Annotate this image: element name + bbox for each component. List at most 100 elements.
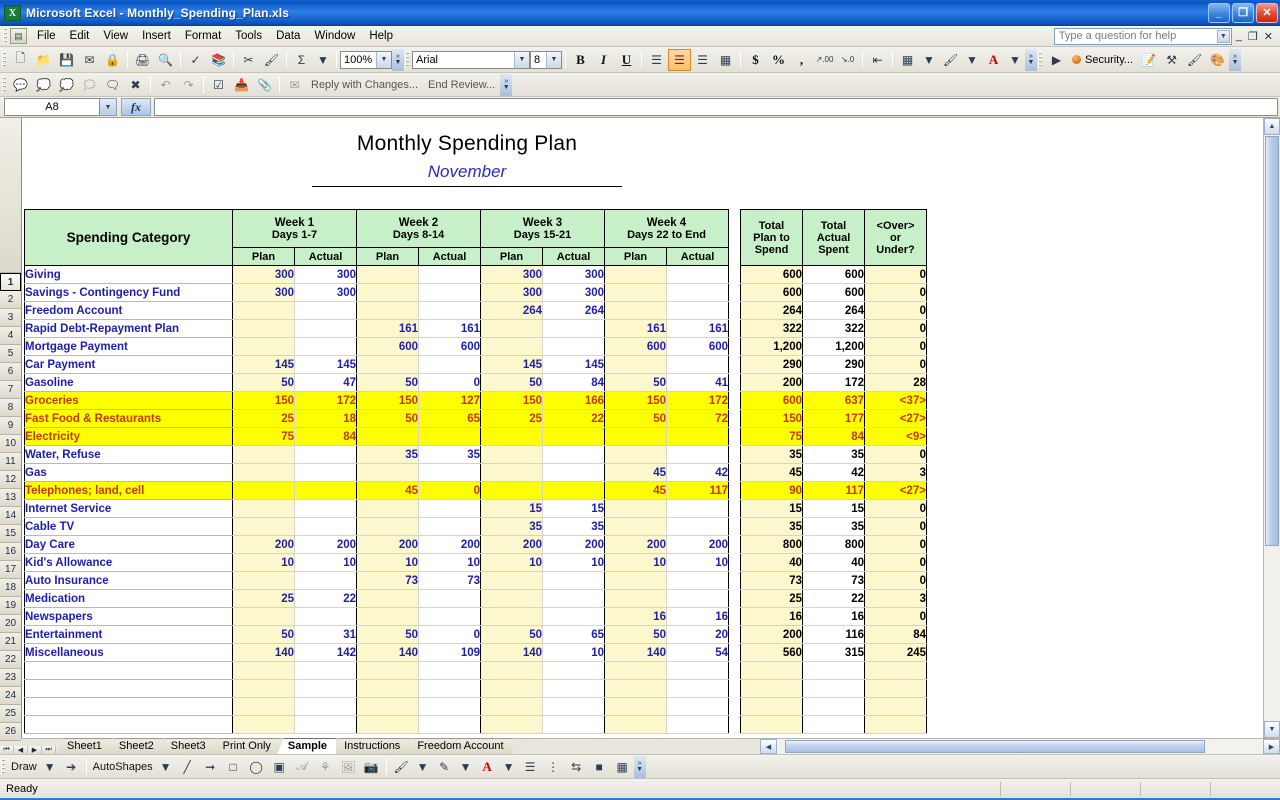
- cell-w1a[interactable]: 200: [295, 536, 357, 554]
- cell-w2p[interactable]: [357, 302, 419, 320]
- cell-w3a[interactable]: [543, 716, 605, 734]
- cell-w4p[interactable]: 45: [605, 464, 667, 482]
- horizontal-scroll-track[interactable]: [777, 739, 1263, 754]
- cell-w3p[interactable]: 264: [481, 302, 543, 320]
- cell-total-plan[interactable]: 150: [741, 410, 803, 428]
- fill-color-draw-dropdown-icon[interactable]: ▼: [413, 756, 433, 778]
- cell-w2p[interactable]: 73: [357, 572, 419, 590]
- cell-w4a[interactable]: [667, 716, 729, 734]
- cell-w4p[interactable]: [605, 572, 667, 590]
- horizontal-scrollbar[interactable]: ◀ ▶: [760, 739, 1280, 754]
- cell-w2p[interactable]: 600: [357, 338, 419, 356]
- cell-spending-category[interactable]: Cable TV: [25, 518, 233, 536]
- fill-color-draw-icon[interactable]: 🖌: [390, 756, 413, 778]
- table-row[interactable]: Miscellaneous140142140109140101405456031…: [25, 644, 927, 662]
- drawing-toolbar-grip[interactable]: [1, 759, 5, 775]
- cell-w2a[interactable]: [419, 464, 481, 482]
- cell-w2p[interactable]: 50: [357, 626, 419, 644]
- table-row[interactable]: Gasoline50475005084504120017228: [25, 374, 927, 392]
- cell-over-under[interactable]: 0: [865, 500, 927, 518]
- cell-spending-category[interactable]: Medication: [25, 590, 233, 608]
- reply-with-changes-icon[interactable]: ✉: [283, 74, 306, 96]
- sheet-tab-freedom-account[interactable]: Freedom Account: [406, 738, 512, 754]
- cell-w2p[interactable]: [357, 590, 419, 608]
- cell-w2a[interactable]: [419, 518, 481, 536]
- cell-total-actual[interactable]: 322: [803, 320, 865, 338]
- design-mode-icon[interactable]: 🖌: [1183, 49, 1206, 71]
- cell-total-actual[interactable]: 264: [803, 302, 865, 320]
- cell-w1a[interactable]: 142: [295, 644, 357, 662]
- row-header-18[interactable]: 18: [0, 579, 21, 597]
- cell-w4a[interactable]: [667, 356, 729, 374]
- cell-w4p[interactable]: 600: [605, 338, 667, 356]
- cell-w3a[interactable]: 200: [543, 536, 605, 554]
- cell-w3a[interactable]: 300: [543, 266, 605, 284]
- row-header-16[interactable]: 16: [0, 543, 21, 561]
- cell-w4p[interactable]: [605, 518, 667, 536]
- cell-w2p[interactable]: 140: [357, 644, 419, 662]
- cell-total-plan[interactable]: 40: [741, 554, 803, 572]
- cell-w1p[interactable]: 75: [233, 428, 295, 446]
- cell-w1a[interactable]: [295, 608, 357, 626]
- cell-w4a[interactable]: 16: [667, 608, 729, 626]
- table-row[interactable]: Groceries150172150127150166150172600637<…: [25, 392, 927, 410]
- cell-w3p[interactable]: 10: [481, 554, 543, 572]
- security-button[interactable]: Security...: [1068, 54, 1137, 66]
- cell-spending-category[interactable]: Water, Refuse: [25, 446, 233, 464]
- cell-w2p[interactable]: [357, 284, 419, 302]
- row-header-14[interactable]: 14: [0, 507, 21, 525]
- cell-spending-category[interactable]: Telephones; land, cell: [25, 482, 233, 500]
- cell-w2p[interactable]: 50: [357, 410, 419, 428]
- cell-spending-category[interactable]: Fast Food & Restaurants: [25, 410, 233, 428]
- menu-item-edit[interactable]: Edit: [63, 28, 97, 44]
- cell-w1p[interactable]: 10: [233, 554, 295, 572]
- ask-a-question-input[interactable]: Type a question for help ▼: [1054, 28, 1232, 45]
- cell-w4a[interactable]: 200: [667, 536, 729, 554]
- cell-w1a[interactable]: [295, 302, 357, 320]
- draw-menu-button[interactable]: Draw: [8, 761, 40, 773]
- cell-w3p[interactable]: [481, 698, 543, 716]
- cell-w1a[interactable]: 22: [295, 590, 357, 608]
- cell-w2a[interactable]: 65: [419, 410, 481, 428]
- formatting-toolbar-overflow-button[interactable]: »▼: [1025, 49, 1037, 71]
- cell-w2p[interactable]: [357, 500, 419, 518]
- table-row[interactable]: Auto Insurance737373730: [25, 572, 927, 590]
- cell-w3p[interactable]: [481, 716, 543, 734]
- spelling-check-icon[interactable]: ✓: [184, 49, 207, 71]
- cell-w4a[interactable]: 172: [667, 392, 729, 410]
- row-header-21[interactable]: 21: [0, 633, 21, 651]
- cell-w2p[interactable]: [357, 662, 419, 680]
- cell-w2a[interactable]: [419, 266, 481, 284]
- cell-w2a[interactable]: 10: [419, 554, 481, 572]
- reviewing-toolbar-overflow-button[interactable]: »▼: [500, 74, 512, 96]
- cell-w3a[interactable]: [543, 680, 605, 698]
- cell-total-plan[interactable]: 600: [741, 392, 803, 410]
- cell-over-under[interactable]: 0: [865, 284, 927, 302]
- cell-total-plan[interactable]: 322: [741, 320, 803, 338]
- cell-w4p[interactable]: [605, 680, 667, 698]
- show-comment-icon[interactable]: 🗯: [78, 74, 101, 96]
- cell-over-under[interactable]: 0: [865, 554, 927, 572]
- cell-over-under[interactable]: 245: [865, 644, 927, 662]
- table-row[interactable]: Kid's Allowance101010101010101040400: [25, 554, 927, 572]
- scroll-up-icon[interactable]: ▲: [1264, 118, 1280, 135]
- cell-w1p[interactable]: [233, 464, 295, 482]
- cut-scissors-icon[interactable]: ✂: [237, 49, 260, 71]
- cell-w1p[interactable]: 150: [233, 392, 295, 410]
- autosum-sigma-icon[interactable]: Σ: [290, 49, 313, 71]
- row-header-22[interactable]: 22: [0, 651, 21, 669]
- cell-w3a[interactable]: 264: [543, 302, 605, 320]
- font-color-draw-icon[interactable]: A: [476, 756, 499, 778]
- cell-w1a[interactable]: [295, 662, 357, 680]
- cell-w4p[interactable]: [605, 266, 667, 284]
- cell-w1p[interactable]: 50: [233, 626, 295, 644]
- cell-w4a[interactable]: 117: [667, 482, 729, 500]
- cell-total-plan[interactable]: 35: [741, 518, 803, 536]
- picture-icon[interactable]: 📷: [360, 756, 383, 778]
- cell-w4p[interactable]: 150: [605, 392, 667, 410]
- cell-w3a[interactable]: [543, 428, 605, 446]
- table-row[interactable]: Fast Food & Restaurants25185065252250721…: [25, 410, 927, 428]
- cell-w1a[interactable]: 47: [295, 374, 357, 392]
- cell-spending-category[interactable]: Gasoline: [25, 374, 233, 392]
- print-preview-icon[interactable]: 🔍: [154, 49, 177, 71]
